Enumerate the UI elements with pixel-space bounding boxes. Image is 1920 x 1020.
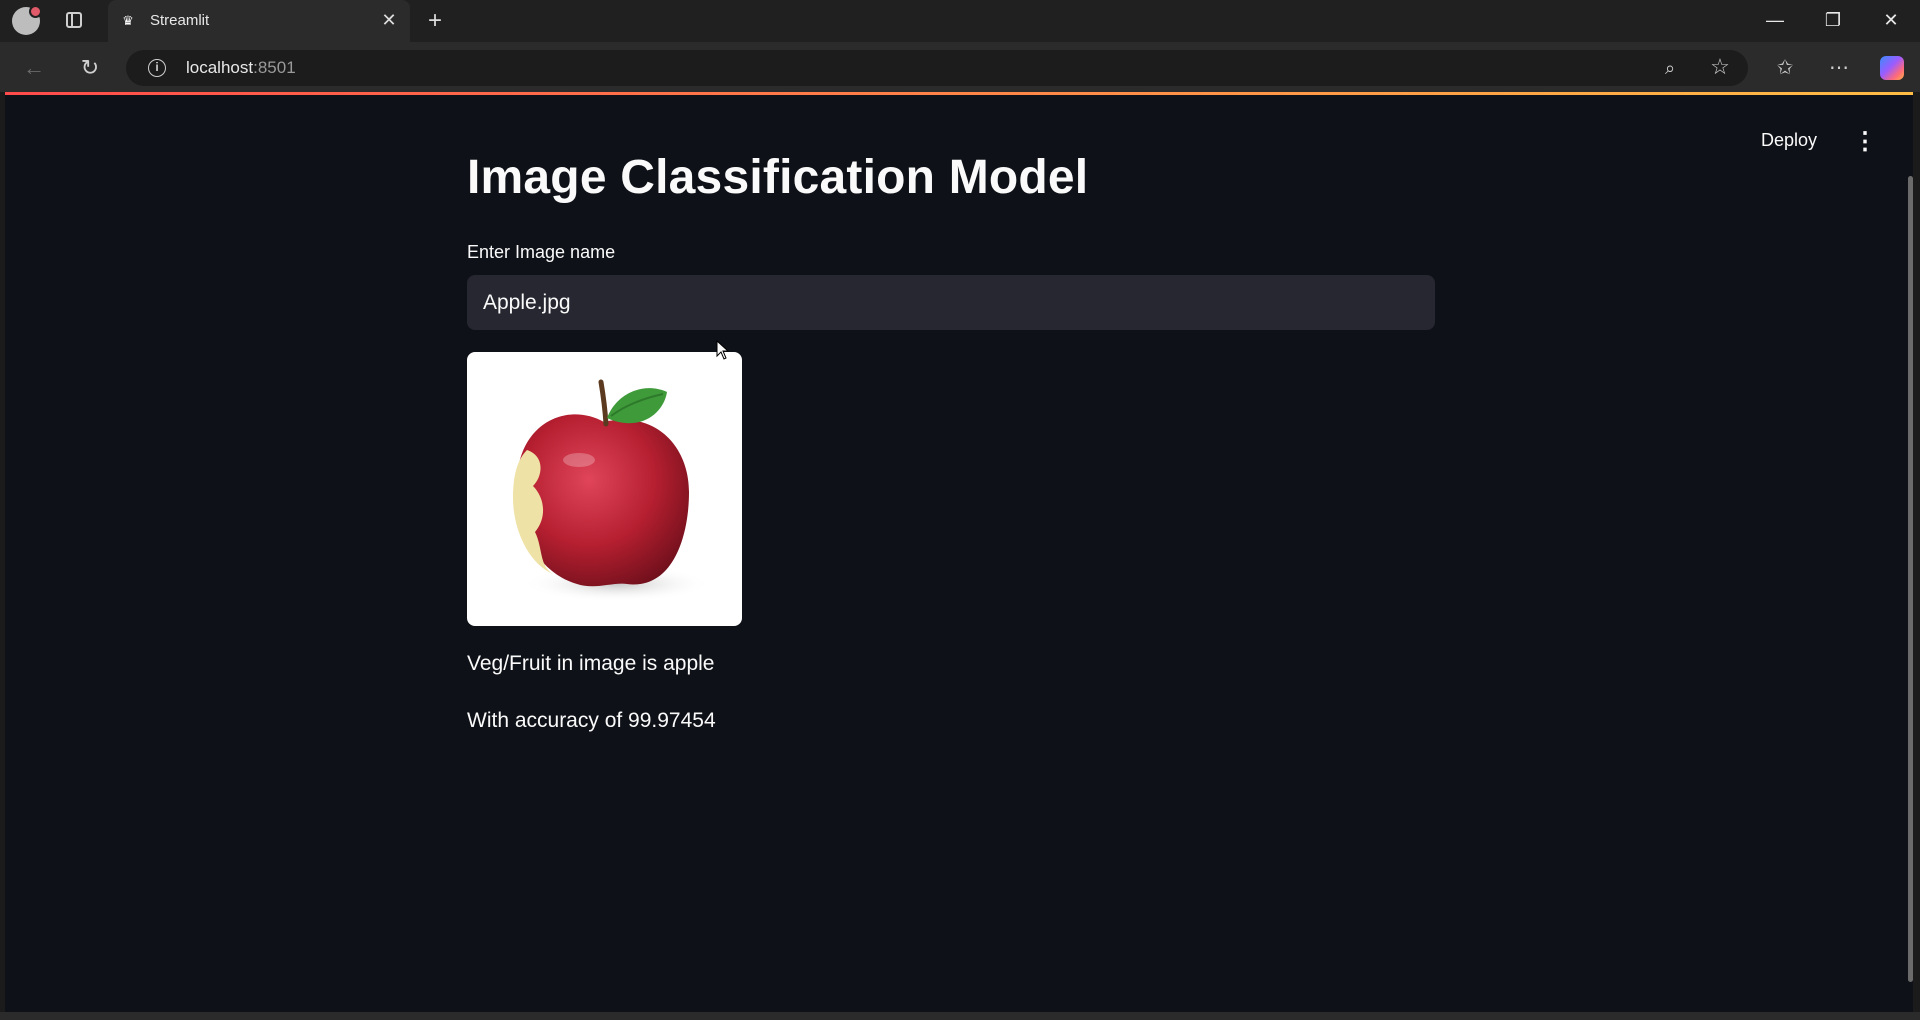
new-tab-icon[interactable]: +	[422, 8, 448, 34]
restore-icon[interactable]: ❐	[1810, 4, 1856, 36]
scrollbar[interactable]	[1908, 176, 1913, 982]
decoration-bar	[5, 92, 1913, 95]
prediction-result: Veg/Fruit in image is apple	[467, 652, 715, 675]
more-options-icon[interactable]: ⋯	[1824, 53, 1854, 83]
browser-tab-streamlit[interactable]: ♛ Streamlit ✕	[108, 0, 410, 42]
browser-tab-bar: ♛ Streamlit ✕ + — ❐ ✕	[0, 0, 1920, 42]
streamlit-app: Deploy ⋮	[5, 92, 1913, 1012]
back-arrow-icon[interactable]: ←	[18, 52, 50, 84]
main-menu-icon[interactable]: ⋮	[1853, 128, 1877, 156]
refresh-icon[interactable]: ↻	[74, 52, 106, 84]
apple-illustration	[513, 379, 712, 602]
favorites-list-icon[interactable]: ✩	[1770, 53, 1800, 83]
profile-avatar-icon[interactable]	[12, 5, 42, 35]
deploy-button[interactable]: Deploy	[1761, 130, 1817, 151]
address-bar[interactable]: i localhost:8501 ⌕ ☆	[126, 50, 1748, 86]
apple-image	[467, 352, 742, 626]
image-name-input[interactable]	[467, 275, 1435, 330]
page-title: Image Classification Model	[467, 151, 1089, 204]
url-port: :8501	[253, 58, 296, 77]
mouse-cursor-icon	[716, 340, 730, 360]
window-bottom-edge	[0, 1012, 1920, 1020]
copilot-icon[interactable]	[1880, 56, 1904, 80]
minimize-icon[interactable]: —	[1752, 4, 1798, 36]
url-host: localhost	[186, 58, 254, 77]
tab-title: Streamlit	[150, 12, 210, 29]
browser-toolbar: ← ↻ i localhost:8501 ⌕ ☆ ✩ ⋯	[0, 42, 1920, 92]
tab-actions-icon[interactable]	[66, 12, 82, 28]
prediction-accuracy: With accuracy of 99.97454	[467, 709, 716, 732]
favorite-star-icon[interactable]: ☆	[1708, 55, 1732, 79]
streamlit-crown-icon: ♛	[122, 13, 134, 28]
close-window-icon[interactable]: ✕	[1868, 4, 1914, 36]
close-tab-icon[interactable]: ✕	[378, 9, 400, 31]
url-text[interactable]: localhost:8501	[186, 58, 296, 78]
image-name-label: Enter Image name	[467, 242, 616, 262]
site-info-icon[interactable]: i	[148, 59, 166, 77]
zoom-icon[interactable]: ⌕	[1658, 56, 1682, 80]
